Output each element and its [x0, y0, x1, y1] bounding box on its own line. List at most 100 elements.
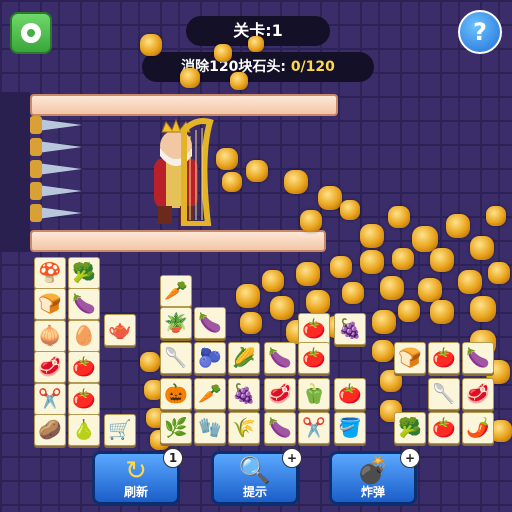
- top-pin[interactable]: [30, 94, 338, 116]
- refresh-label: 刷新: [123, 485, 148, 499]
- spike-base: [30, 182, 42, 200]
- spike-base: [30, 116, 42, 134]
- tile[interactable]: 🥕: [160, 275, 192, 307]
- gold-stone: [458, 270, 482, 294]
- bomb-label: 炸弹: [360, 485, 385, 499]
- tile[interactable]: 🪣: [334, 412, 366, 444]
- tile[interactable]: 🥄: [160, 342, 192, 374]
- tile[interactable]: ✂️: [34, 383, 66, 415]
- hint-label: 提示: [242, 485, 267, 499]
- gold-stone: [380, 276, 404, 300]
- tile[interactable]: 🥔: [34, 414, 66, 446]
- tile[interactable]: 🍞: [394, 342, 426, 374]
- settings-gear-icon[interactable]: [10, 12, 52, 54]
- tile[interactable]: 🍐: [68, 414, 100, 446]
- gold-stone: [360, 224, 384, 248]
- gold-stone: [306, 290, 330, 314]
- gold-stone: [140, 352, 160, 372]
- tile[interactable]: 🍅: [428, 342, 460, 374]
- gold-stone: [216, 148, 238, 170]
- gold-stone: [398, 300, 420, 322]
- gold-stone: [180, 68, 200, 88]
- bomb-add-badge: +: [400, 448, 420, 468]
- tile[interactable]: 🛒: [104, 414, 136, 446]
- gold-stone: [342, 282, 364, 304]
- gold-stone: [240, 312, 262, 334]
- tile[interactable]: 🫖: [104, 314, 136, 346]
- task-progress: 0/120: [290, 59, 335, 75]
- tile[interactable]: 🍅: [428, 412, 460, 444]
- tile[interactable]: 🫑: [298, 378, 330, 410]
- gold-stone: [300, 210, 322, 232]
- gold-stone: [230, 72, 248, 90]
- tile[interactable]: 🥦: [68, 257, 100, 289]
- help-icon[interactable]: ?: [458, 10, 502, 54]
- gold-stone: [412, 226, 438, 252]
- left-wall: [0, 92, 30, 252]
- tile[interactable]: 🫐: [194, 342, 226, 374]
- hint-add-badge: +: [282, 448, 302, 468]
- bomb-button[interactable]: 💣 炸弹 +: [329, 448, 420, 505]
- gold-stone: [486, 206, 506, 226]
- refresh-button[interactable]: ↻ 刷新 1: [92, 448, 183, 505]
- tile[interactable]: 🥩: [462, 378, 494, 410]
- gold-stone: [246, 160, 268, 182]
- tile[interactable]: 🌽: [228, 342, 260, 374]
- gold-stone: [262, 270, 284, 292]
- tile[interactable]: 🍇: [334, 313, 366, 345]
- tile[interactable]: 🍅: [298, 342, 330, 374]
- gold-stone: [360, 250, 384, 274]
- tile[interactable]: 🥚: [68, 320, 100, 352]
- tile[interactable]: 🌶️: [462, 412, 494, 444]
- gold-stone: [488, 262, 510, 284]
- tile[interactable]: 🌿: [160, 412, 192, 444]
- tile[interactable]: 🥕: [194, 378, 226, 410]
- refresh-count-badge: 1: [163, 448, 183, 468]
- bottom-pin[interactable]: [30, 230, 326, 252]
- gold-stone: [214, 44, 232, 62]
- tile[interactable]: 🍅: [298, 313, 330, 345]
- gold-stone: [296, 262, 320, 286]
- gold-stone: [222, 172, 242, 192]
- spike-base: [30, 160, 42, 178]
- gold-stone: [284, 170, 308, 194]
- tile[interactable]: 🍄: [34, 257, 66, 289]
- gold-stone: [392, 248, 414, 270]
- gold-stone: [430, 300, 454, 324]
- task-banner: 消除120块石头: 0/120: [142, 52, 374, 82]
- gold-stone: [470, 296, 496, 322]
- spike-base: [30, 204, 42, 222]
- tile[interactable]: 🍅: [68, 383, 100, 415]
- tile[interactable]: 🥩: [34, 351, 66, 383]
- tile[interactable]: 🪴: [160, 307, 192, 339]
- gold-stone: [318, 186, 342, 210]
- gold-stone: [270, 296, 294, 320]
- gold-stone: [372, 310, 396, 334]
- tile[interactable]: 🥄: [428, 378, 460, 410]
- tile[interactable]: 🧅: [34, 320, 66, 352]
- gold-stone: [140, 34, 162, 56]
- gold-stone: [430, 248, 454, 272]
- golden-harp: [181, 118, 214, 226]
- gold-stone: [248, 36, 264, 52]
- tile[interactable]: 🥩: [264, 378, 296, 410]
- tile[interactable]: 🥦: [394, 412, 426, 444]
- tile[interactable]: 🌾: [228, 412, 260, 444]
- tile[interactable]: 🧤: [194, 412, 226, 444]
- gold-stone: [330, 256, 352, 278]
- tile[interactable]: 🍇: [228, 378, 260, 410]
- gold-stone: [372, 340, 394, 362]
- gold-stone: [340, 200, 360, 220]
- tile[interactable]: 🍆: [194, 307, 226, 339]
- tile[interactable]: 🍅: [68, 351, 100, 383]
- tile[interactable]: 🍞: [34, 288, 66, 320]
- spike-base: [30, 138, 42, 156]
- tile[interactable]: 🍆: [264, 412, 296, 444]
- tile[interactable]: 🍆: [68, 288, 100, 320]
- tile[interactable]: 🍆: [462, 342, 494, 374]
- hint-button[interactable]: 🔍 提示 +: [211, 448, 302, 505]
- tile[interactable]: 🍆: [264, 342, 296, 374]
- tile[interactable]: 🍅: [334, 378, 366, 410]
- tile[interactable]: ✂️: [298, 412, 330, 444]
- tile[interactable]: 🎃: [160, 378, 192, 410]
